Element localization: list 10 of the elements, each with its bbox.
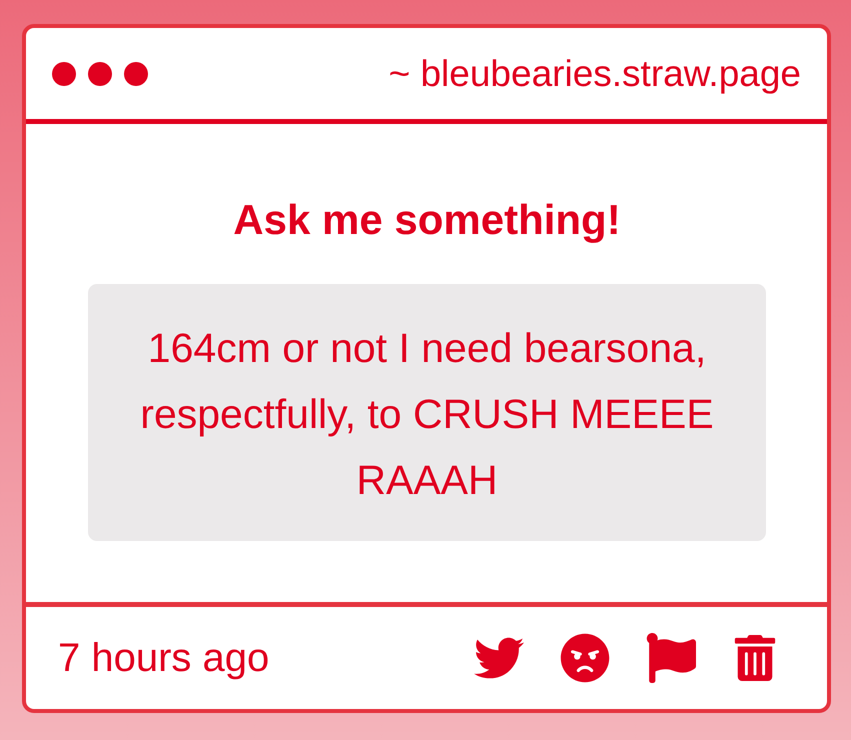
window-dot-icon (52, 62, 76, 86)
flag-icon[interactable] (646, 633, 696, 683)
window-dot-icon (88, 62, 112, 86)
angry-face-icon[interactable] (560, 633, 610, 683)
site-address: ~ bleubearies.straw.page (388, 52, 801, 94)
timestamp: 7 hours ago (58, 636, 270, 680)
question-text: 164cm or not I need bearsona, respectfully, to CRUSH MEEEE RAAAH (88, 284, 766, 541)
prompt-heading: Ask me something! (233, 196, 621, 244)
window-dot-icon (124, 62, 148, 86)
trash-icon[interactable] (732, 635, 778, 681)
